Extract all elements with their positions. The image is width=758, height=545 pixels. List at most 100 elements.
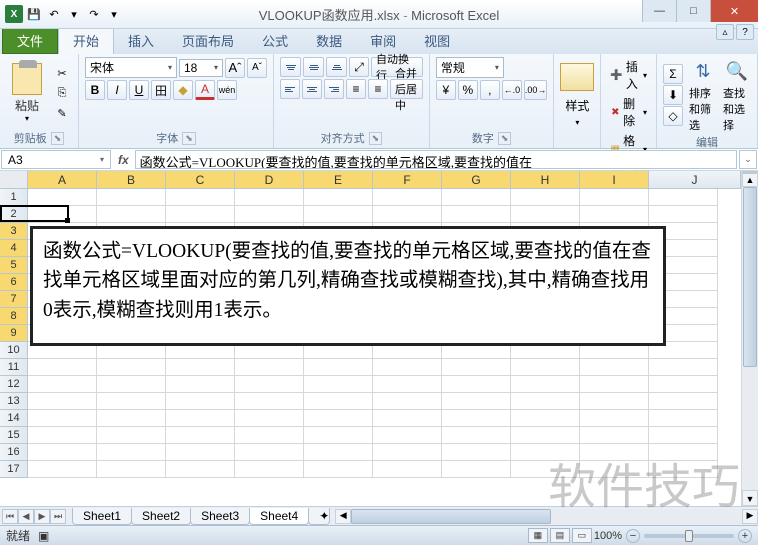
align-middle-button[interactable] [303,57,324,77]
column-header-D[interactable]: D [235,171,304,188]
paste-button[interactable]: 粘贴 ▾ [6,57,48,129]
cell[interactable] [649,206,718,223]
row-header-5[interactable]: 5 [0,257,28,274]
column-header-A[interactable]: A [28,171,97,188]
cell[interactable] [580,427,649,444]
cell[interactable] [580,410,649,427]
zoom-in-button[interactable]: + [738,529,752,543]
cell[interactable] [97,206,166,223]
cell[interactable] [166,376,235,393]
cell[interactable] [304,393,373,410]
minimize-button[interactable]: — [642,0,676,22]
align-right-button[interactable] [324,79,344,99]
cell[interactable] [442,393,511,410]
row-header-16[interactable]: 16 [0,444,28,461]
cell[interactable] [580,359,649,376]
cell[interactable] [373,359,442,376]
formula-bar-input[interactable]: 函数公式=VLOOKUP(要查找的值,要查找的单元格区域,要查找的值在 [135,150,737,169]
cell[interactable] [511,444,580,461]
number-launcher[interactable]: ⬊ [498,132,512,145]
comma-button[interactable]: , [480,80,500,100]
cell[interactable] [304,427,373,444]
border-button[interactable]: 田 [151,80,171,100]
insert-cells-button[interactable]: ➕插入▾ [607,57,650,93]
cell[interactable] [304,444,373,461]
horizontal-scrollbar[interactable]: ◀ ▶ [335,509,758,524]
cell[interactable] [649,359,718,376]
tab-insert[interactable]: 插入 [114,27,168,54]
fill-button[interactable]: ⬇ [663,85,683,105]
select-all-corner[interactable] [0,171,28,189]
sort-filter-button[interactable]: ⇅ 排序和筛选 [689,57,717,133]
row-header-2[interactable]: 2 [0,206,28,223]
column-header-H[interactable]: H [511,171,580,188]
cell[interactable] [28,427,97,444]
cell[interactable] [97,359,166,376]
cell[interactable] [373,444,442,461]
copy-button[interactable]: ⎘ [52,84,72,102]
qat-customize-icon[interactable]: ▾ [105,5,123,23]
column-header-C[interactable]: C [166,171,235,188]
cell[interactable] [235,206,304,223]
zoom-slider-handle[interactable] [685,530,693,542]
column-header-F[interactable]: F [373,171,442,188]
font-name-combo[interactable]: 宋体▾ [85,57,177,78]
cell[interactable] [166,189,235,206]
decrease-decimal-button[interactable]: .00→ [524,80,548,100]
cell[interactable] [28,189,97,206]
help-button[interactable]: ? [736,24,754,40]
clear-button[interactable]: ◇ [663,106,683,126]
dropdown-icon[interactable]: ▾ [65,5,83,23]
split-handle[interactable] [743,171,757,174]
delete-cells-button[interactable]: ✖删除▾ [607,94,650,130]
row-header-15[interactable]: 15 [0,427,28,444]
cell[interactable] [97,444,166,461]
tab-formulas[interactable]: 公式 [248,27,302,54]
tab-view[interactable]: 视图 [410,27,464,54]
sheet-tab-sheet2[interactable]: Sheet2 [131,508,191,525]
font-launcher[interactable]: ⬊ [182,132,196,145]
zoom-level[interactable]: 100% [594,530,622,542]
cell[interactable] [304,376,373,393]
align-top-button[interactable] [280,57,301,77]
row-header-4[interactable]: 4 [0,240,28,257]
autosum-button[interactable]: Σ [663,64,683,84]
cell[interactable] [649,461,718,478]
vscroll-thumb[interactable] [743,187,757,367]
cell[interactable] [28,393,97,410]
column-header-G[interactable]: G [442,171,511,188]
cell[interactable] [580,393,649,410]
row-header-7[interactable]: 7 [0,291,28,308]
worksheet-textbox[interactable]: 函数公式=VLOOKUP(要查找的值,要查找的单元格区域,要查找的值在查找单元格… [30,226,666,346]
cell[interactable] [373,189,442,206]
align-left-button[interactable] [280,79,300,99]
column-header-J[interactable]: J [649,171,741,188]
styles-icon[interactable] [560,63,594,91]
cell[interactable] [166,461,235,478]
increase-indent-button[interactable]: ≡ [368,79,388,99]
phonetic-button[interactable]: wén [217,80,237,100]
sheet-tab-sheet3[interactable]: Sheet3 [190,508,250,525]
increase-decimal-button[interactable]: ←.0 [502,80,522,100]
row-header-10[interactable]: 10 [0,342,28,359]
cell[interactable] [580,206,649,223]
maximize-button[interactable]: □ [676,0,710,22]
macro-record-button[interactable]: ▣ [38,529,49,543]
align-center-button[interactable] [302,79,322,99]
cell[interactable] [580,376,649,393]
merge-center-button[interactable]: 合并后居中 [390,79,423,99]
row-header-3[interactable]: 3 [0,223,28,240]
cell[interactable] [28,444,97,461]
cell[interactable] [166,427,235,444]
minimize-ribbon-button[interactable]: ▵ [716,24,734,40]
cell[interactable] [442,206,511,223]
cell[interactable] [235,461,304,478]
cell[interactable] [511,461,580,478]
new-sheet-button[interactable]: ✦ [308,508,330,525]
cell[interactable] [97,427,166,444]
cell[interactable] [166,359,235,376]
cell[interactable] [28,359,97,376]
cell[interactable] [28,206,97,223]
cell[interactable] [304,410,373,427]
cell[interactable] [373,376,442,393]
